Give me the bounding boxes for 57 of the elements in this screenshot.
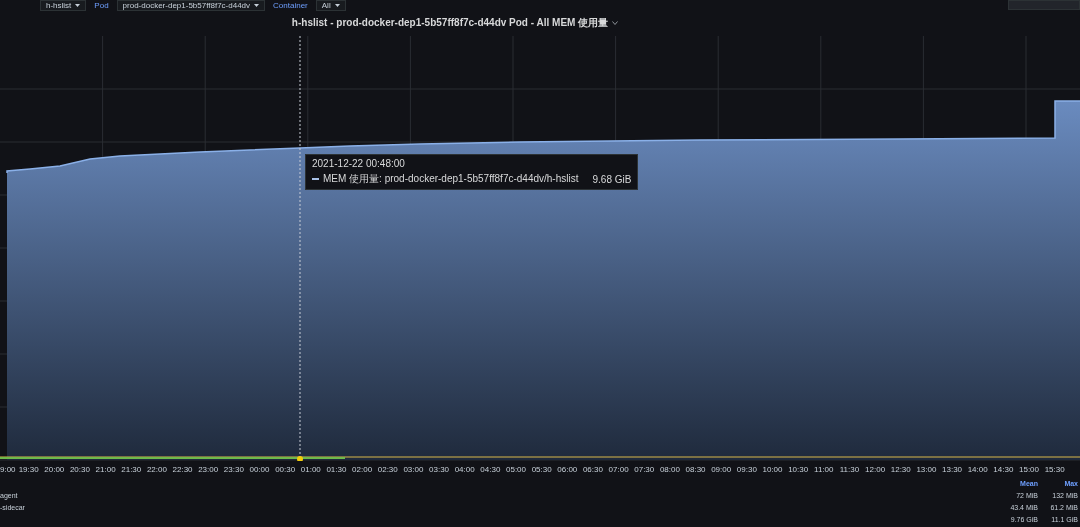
x-axis-label: 00:30 (275, 465, 296, 474)
x-axis-label: 20:30 (69, 465, 90, 474)
x-axis-label: 9:00 (0, 465, 16, 474)
x-axis-label: 07:00 (608, 465, 629, 474)
variable-label: Container (273, 0, 308, 10)
x-axis-label: 04:30 (480, 465, 501, 474)
tooltip-time: 2021-12-22 00:48:00 (312, 158, 406, 169)
x-axis-label: 05:00 (506, 465, 526, 474)
variable-dropdown[interactable]: All (315, 0, 346, 11)
x-axis-label: 01:00 (300, 465, 321, 474)
x-axis-label: 10:00 (762, 465, 783, 474)
x-axis-label: 07:30 (634, 465, 655, 474)
variable-dropdown[interactable]: prod-docker-dep1-5b57ff8f7c-d44dv (116, 0, 266, 11)
panel-title[interactable]: h-hslist - prod-docker-dep1-5b57ff8f7c-d44dv Pod - All MEM 使用量 (291, 15, 609, 30)
x-axis-label: 04:00 (454, 465, 475, 474)
caret-icon (334, 3, 340, 7)
toolbar-button[interactable] (1008, 0, 1080, 10)
tooltip-series: MEM 使用量: prod-docker-dep1-5b57ff8f7c-d44dv/h-hslist (323, 172, 579, 186)
caret-icon (254, 3, 260, 7)
x-axis-label: 10:30 (788, 465, 809, 474)
x-axis-label: 12:30 (890, 465, 911, 474)
x-axis-label: 22:30 (172, 465, 193, 474)
x-axis-label: 21:30 (121, 465, 142, 474)
x-axis-label: 23:00 (198, 465, 219, 474)
x-axis-label: 13:00 (916, 465, 937, 474)
x-axis-label: 00:00 (249, 465, 270, 474)
chevron-down-icon (612, 20, 619, 25)
x-axis-label: 01:30 (326, 465, 347, 474)
variable-dropdown[interactable]: h-hslist (40, 0, 87, 11)
caret-icon (75, 3, 81, 7)
x-axis-label: 19:30 (18, 465, 39, 474)
variable-label: Pod (94, 0, 109, 10)
x-axis-label: 02:30 (377, 465, 398, 474)
x-axis-label: 15:00 (1019, 465, 1039, 474)
hover-point (297, 456, 303, 461)
x-axis-label: 11:00 (814, 465, 834, 474)
x-axis-label: 20:00 (44, 465, 65, 474)
x-axis-label: 08:30 (685, 465, 706, 474)
x-axis-label: 06:00 (557, 465, 578, 474)
x-axis-label: 08:00 (659, 465, 680, 474)
x-axis-label: 09:00 (711, 465, 732, 474)
x-axis-label: 22:00 (146, 465, 167, 474)
x-axis-label: 03:00 (403, 465, 424, 474)
x-axis-label: 14:30 (993, 465, 1014, 474)
x-axis-label: 14:00 (967, 465, 988, 474)
x-axis-label: 23:30 (223, 465, 244, 474)
x-axis-label: 05:30 (531, 465, 552, 474)
x-axis-label: 12:00 (865, 465, 886, 474)
x-axis-label: 15:30 (1044, 465, 1065, 474)
tooltip-value: 9.68 GiB (592, 173, 632, 185)
x-axis-label: 02:00 (352, 465, 373, 474)
x-axis-label: 09:30 (736, 465, 757, 474)
x-axis-label: 06:30 (582, 465, 603, 474)
x-axis-label: 13:30 (942, 465, 963, 474)
x-axis-label: 11:30 (839, 465, 860, 474)
x-axis-label: 03:30 (429, 465, 450, 474)
x-axis-label: 21:00 (95, 465, 116, 474)
